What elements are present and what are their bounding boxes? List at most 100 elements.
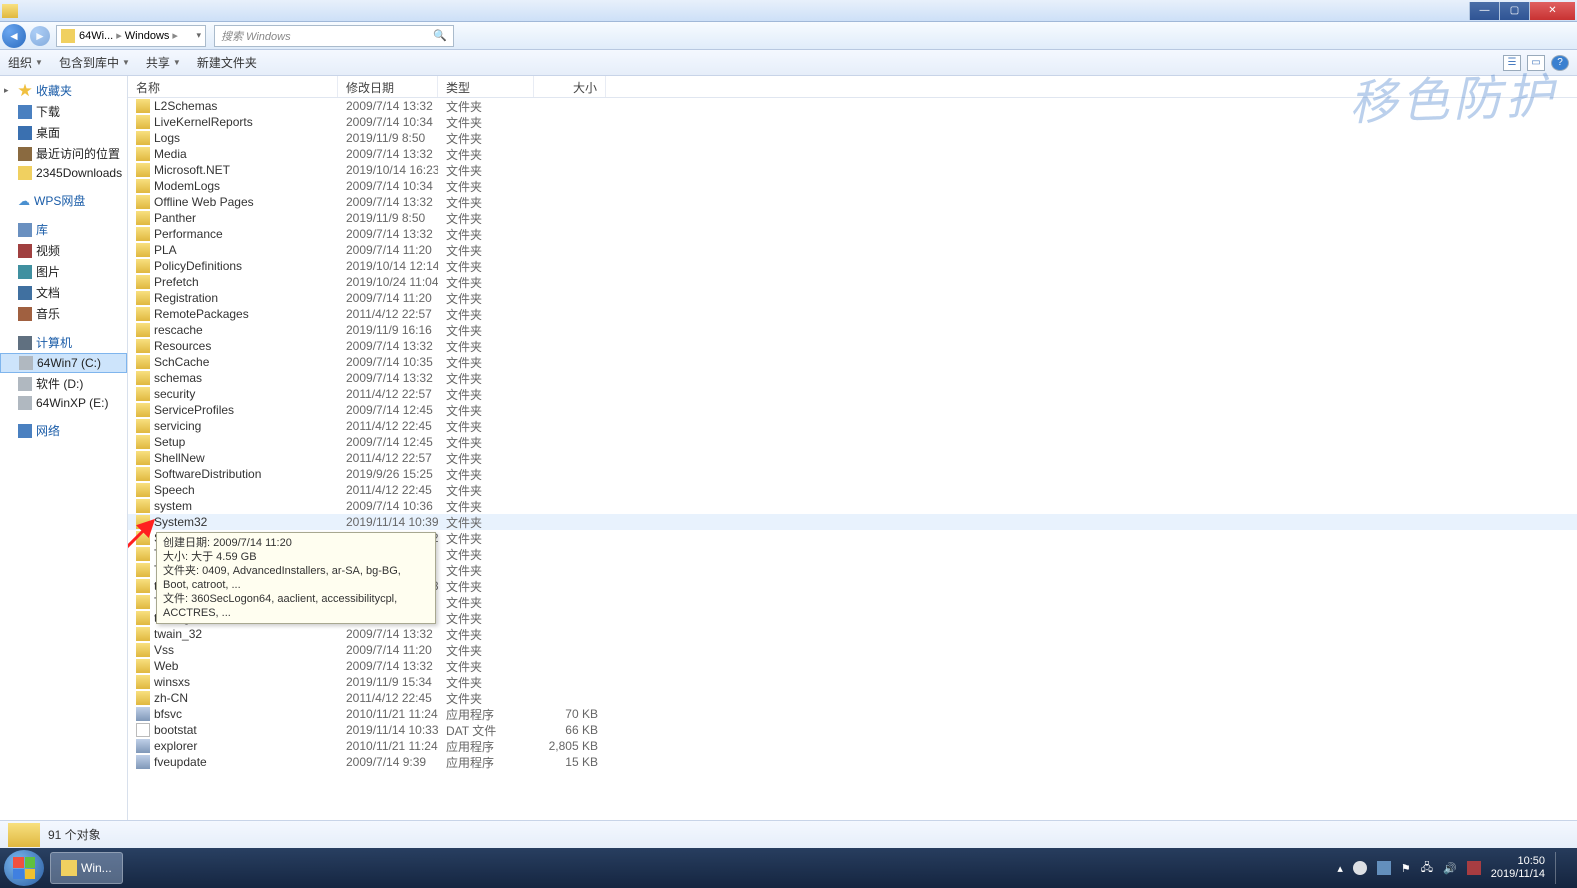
file-row[interactable]: Prefetch2019/10/24 11:04文件夹 bbox=[128, 274, 1577, 290]
network-group[interactable]: 网络 bbox=[0, 420, 127, 441]
folder-icon bbox=[136, 195, 150, 209]
file-row[interactable]: L2Schemas2009/7/14 13:32文件夹 bbox=[128, 98, 1577, 114]
file-row[interactable]: bootstat2019/11/14 10:33DAT 文件66 KB bbox=[128, 722, 1577, 738]
tray-icon[interactable] bbox=[1467, 861, 1481, 875]
file-name: LiveKernelReports bbox=[154, 115, 253, 129]
file-row[interactable]: RemotePackages2011/4/12 22:57文件夹 bbox=[128, 306, 1577, 322]
file-name: bfsvc bbox=[154, 707, 182, 721]
file-row[interactable]: schemas2009/7/14 13:32文件夹 bbox=[128, 370, 1577, 386]
show-desktop-button[interactable] bbox=[1555, 852, 1565, 884]
nav-downloads[interactable]: 下载 bbox=[0, 101, 127, 122]
column-type[interactable]: 类型 bbox=[438, 76, 534, 97]
maximize-button[interactable]: ▢ bbox=[1499, 2, 1529, 20]
file-row[interactable]: ServiceProfiles2009/7/14 12:45文件夹 bbox=[128, 402, 1577, 418]
file-row[interactable]: rescache2019/11/9 16:16文件夹 bbox=[128, 322, 1577, 338]
file-list[interactable]: 名称 修改日期 类型 大小 L2Schemas2009/7/14 13:32文件… bbox=[128, 76, 1577, 820]
file-row[interactable]: explorer2010/11/21 11:24应用程序2,805 KB bbox=[128, 738, 1577, 754]
file-row[interactable]: security2011/4/12 22:57文件夹 bbox=[128, 386, 1577, 402]
file-row[interactable]: ModemLogs2009/7/14 10:34文件夹 bbox=[128, 178, 1577, 194]
preview-button[interactable]: ▭ bbox=[1527, 55, 1545, 71]
file-row[interactable]: Setup2009/7/14 12:45文件夹 bbox=[128, 434, 1577, 450]
taskbar-item-explorer[interactable]: Win... bbox=[50, 852, 123, 884]
favorites-group[interactable]: ▸收藏夹 bbox=[0, 80, 127, 101]
file-row[interactable]: PLA2009/7/14 11:20文件夹 bbox=[128, 242, 1577, 258]
action-center-icon[interactable]: ⚑ bbox=[1401, 862, 1411, 875]
volume-icon[interactable]: 🔊 bbox=[1443, 862, 1457, 875]
file-row[interactable]: twain_322009/7/14 13:32文件夹 bbox=[128, 626, 1577, 642]
file-row[interactable]: zh-CN2011/4/12 22:45文件夹 bbox=[128, 690, 1577, 706]
tray-icon[interactable] bbox=[1353, 861, 1367, 875]
file-row[interactable]: winsxs2019/11/9 15:34文件夹 bbox=[128, 674, 1577, 690]
file-date: 2019/9/26 15:25 bbox=[338, 467, 438, 481]
file-row[interactable]: SoftwareDistribution2019/9/26 15:25文件夹 bbox=[128, 466, 1577, 482]
file-row[interactable]: bfsvc2010/11/21 11:24应用程序70 KB bbox=[128, 706, 1577, 722]
file-type: 文件夹 bbox=[438, 690, 534, 707]
nav-recent[interactable]: 最近访问的位置 bbox=[0, 143, 127, 164]
help-button[interactable]: ? bbox=[1551, 55, 1569, 71]
search-icon[interactable]: 🔍 bbox=[433, 29, 447, 42]
file-row[interactable]: Logs2019/11/9 8:50文件夹 bbox=[128, 130, 1577, 146]
view-button[interactable]: ☰ bbox=[1503, 55, 1521, 71]
organize-menu[interactable]: 组织▼ bbox=[8, 54, 43, 71]
forward-button[interactable]: ► bbox=[30, 26, 50, 46]
wps-group[interactable]: ☁WPS网盘 bbox=[0, 190, 127, 211]
taskbar-clock[interactable]: 10:50 2019/11/14 bbox=[1491, 855, 1545, 881]
file-row[interactable]: Microsoft.NET2019/10/14 16:23文件夹 bbox=[128, 162, 1577, 178]
tray-icon[interactable] bbox=[1377, 861, 1391, 875]
file-row[interactable]: servicing2011/4/12 22:45文件夹 bbox=[128, 418, 1577, 434]
file-row[interactable]: SchCache2009/7/14 10:35文件夹 bbox=[128, 354, 1577, 370]
column-date[interactable]: 修改日期 bbox=[338, 76, 438, 97]
back-button[interactable]: ◄ bbox=[2, 24, 26, 48]
network-icon[interactable]: 🖧 bbox=[1421, 859, 1433, 878]
file-row[interactable]: Vss2009/7/14 11:20文件夹 bbox=[128, 642, 1577, 658]
file-type: 文件夹 bbox=[438, 338, 534, 355]
breadcrumb-dropdown-icon[interactable]: ▾ bbox=[196, 30, 201, 41]
breadcrumb-folder[interactable]: Windows bbox=[125, 30, 170, 42]
file-row[interactable]: Registration2009/7/14 11:20文件夹 bbox=[128, 290, 1577, 306]
nav-drive-c[interactable]: 64Win7 (C:) bbox=[0, 353, 127, 373]
libraries-group[interactable]: 库 bbox=[0, 219, 127, 240]
file-row[interactable]: Web2009/7/14 13:32文件夹 bbox=[128, 658, 1577, 674]
column-name[interactable]: 名称 bbox=[128, 76, 338, 97]
folder-icon bbox=[136, 291, 150, 305]
show-hidden-icon[interactable]: ▴ bbox=[1337, 862, 1343, 875]
new-folder-button[interactable]: 新建文件夹 bbox=[197, 54, 257, 71]
file-row[interactable]: system2009/7/14 10:36文件夹 bbox=[128, 498, 1577, 514]
file-row[interactable]: fveupdate2009/7/14 9:39应用程序15 KB bbox=[128, 754, 1577, 770]
file-row[interactable]: Speech2011/4/12 22:45文件夹 bbox=[128, 482, 1577, 498]
file-date: 2011/4/12 22:45 bbox=[338, 691, 438, 705]
nav-music[interactable]: 音乐 bbox=[0, 303, 127, 324]
file-date: 2009/7/14 13:32 bbox=[338, 195, 438, 209]
nav-drive-d[interactable]: 软件 (D:) bbox=[0, 373, 127, 394]
nav-pictures[interactable]: 图片 bbox=[0, 261, 127, 282]
close-button[interactable]: ✕ bbox=[1529, 2, 1575, 20]
breadcrumb[interactable]: 64Wi... ▸ Windows ▸ ▾ bbox=[56, 25, 206, 47]
nav-desktop[interactable]: 桌面 bbox=[0, 122, 127, 143]
file-row[interactable]: Panther2019/11/9 8:50文件夹 bbox=[128, 210, 1577, 226]
file-row[interactable]: ShellNew2011/4/12 22:57文件夹 bbox=[128, 450, 1577, 466]
breadcrumb-drive[interactable]: 64Wi... bbox=[79, 30, 113, 42]
nav-documents[interactable]: 文档 bbox=[0, 282, 127, 303]
file-row[interactable]: LiveKernelReports2009/7/14 10:34文件夹 bbox=[128, 114, 1577, 130]
file-row[interactable]: Performance2009/7/14 13:32文件夹 bbox=[128, 226, 1577, 242]
share-menu[interactable]: 共享▼ bbox=[146, 54, 181, 71]
computer-group[interactable]: 计算机 bbox=[0, 332, 127, 353]
file-row[interactable]: Resources2009/7/14 13:32文件夹 bbox=[128, 338, 1577, 354]
drive-icon bbox=[18, 396, 32, 410]
file-date: 2009/7/14 13:32 bbox=[338, 99, 438, 113]
file-row[interactable]: PolicyDefinitions2019/10/14 12:14文件夹 bbox=[128, 258, 1577, 274]
file-row[interactable]: Offline Web Pages2009/7/14 13:32文件夹 bbox=[128, 194, 1577, 210]
search-input[interactable]: 搜索 Windows 🔍 bbox=[214, 25, 454, 47]
folder-icon bbox=[136, 243, 150, 257]
file-row[interactable]: System322019/11/14 10:39文件夹 bbox=[128, 514, 1577, 530]
chevron-right-icon: ▸ bbox=[172, 29, 178, 42]
file-row[interactable]: Media2009/7/14 13:32文件夹 bbox=[128, 146, 1577, 162]
nav-drive-e[interactable]: 64WinXP (E:) bbox=[0, 394, 127, 412]
file-type: 应用程序 bbox=[438, 706, 534, 723]
start-button[interactable] bbox=[4, 850, 44, 886]
column-size[interactable]: 大小 bbox=[534, 76, 606, 97]
nav-videos[interactable]: 视频 bbox=[0, 240, 127, 261]
include-menu[interactable]: 包含到库中▼ bbox=[59, 54, 130, 71]
minimize-button[interactable]: — bbox=[1469, 2, 1499, 20]
nav-2345downloads[interactable]: 2345Downloads bbox=[0, 164, 127, 182]
